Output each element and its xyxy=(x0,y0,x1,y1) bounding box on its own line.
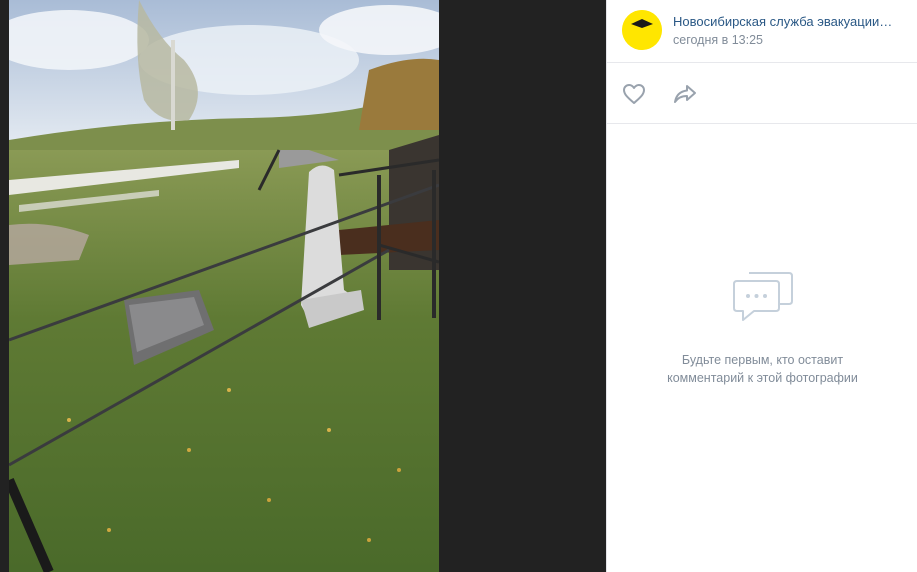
share-arrow-icon xyxy=(674,85,696,103)
like-button[interactable] xyxy=(621,81,647,107)
heart-outline-icon xyxy=(623,84,645,104)
post-timestamp[interactable]: сегодня в 13:25 xyxy=(673,33,763,47)
share-button[interactable] xyxy=(672,81,698,107)
empty-comments-line1: Будьте первым, кто оставит xyxy=(681,353,844,367)
empty-comments-line2: комментарий к этой фотографии xyxy=(667,371,858,385)
post-side-panel: Новосибирская служба эвакуации… сегодня … xyxy=(606,0,917,572)
post-author-link[interactable]: Новосибирская служба эвакуации… xyxy=(673,14,903,29)
empty-comments-message: Будьте первым, кто оставит комментарий к… xyxy=(607,351,917,387)
photo-viewer-backdrop xyxy=(0,0,606,572)
post-header: Новосибирская служба эвакуации… сегодня … xyxy=(607,0,917,63)
avatar[interactable] xyxy=(622,10,662,50)
comments-bubble-icon xyxy=(729,268,795,330)
post-actions xyxy=(607,63,917,124)
ast54-logo-icon xyxy=(622,10,662,50)
photo-scene xyxy=(9,0,439,572)
post-photo[interactable] xyxy=(9,0,439,572)
